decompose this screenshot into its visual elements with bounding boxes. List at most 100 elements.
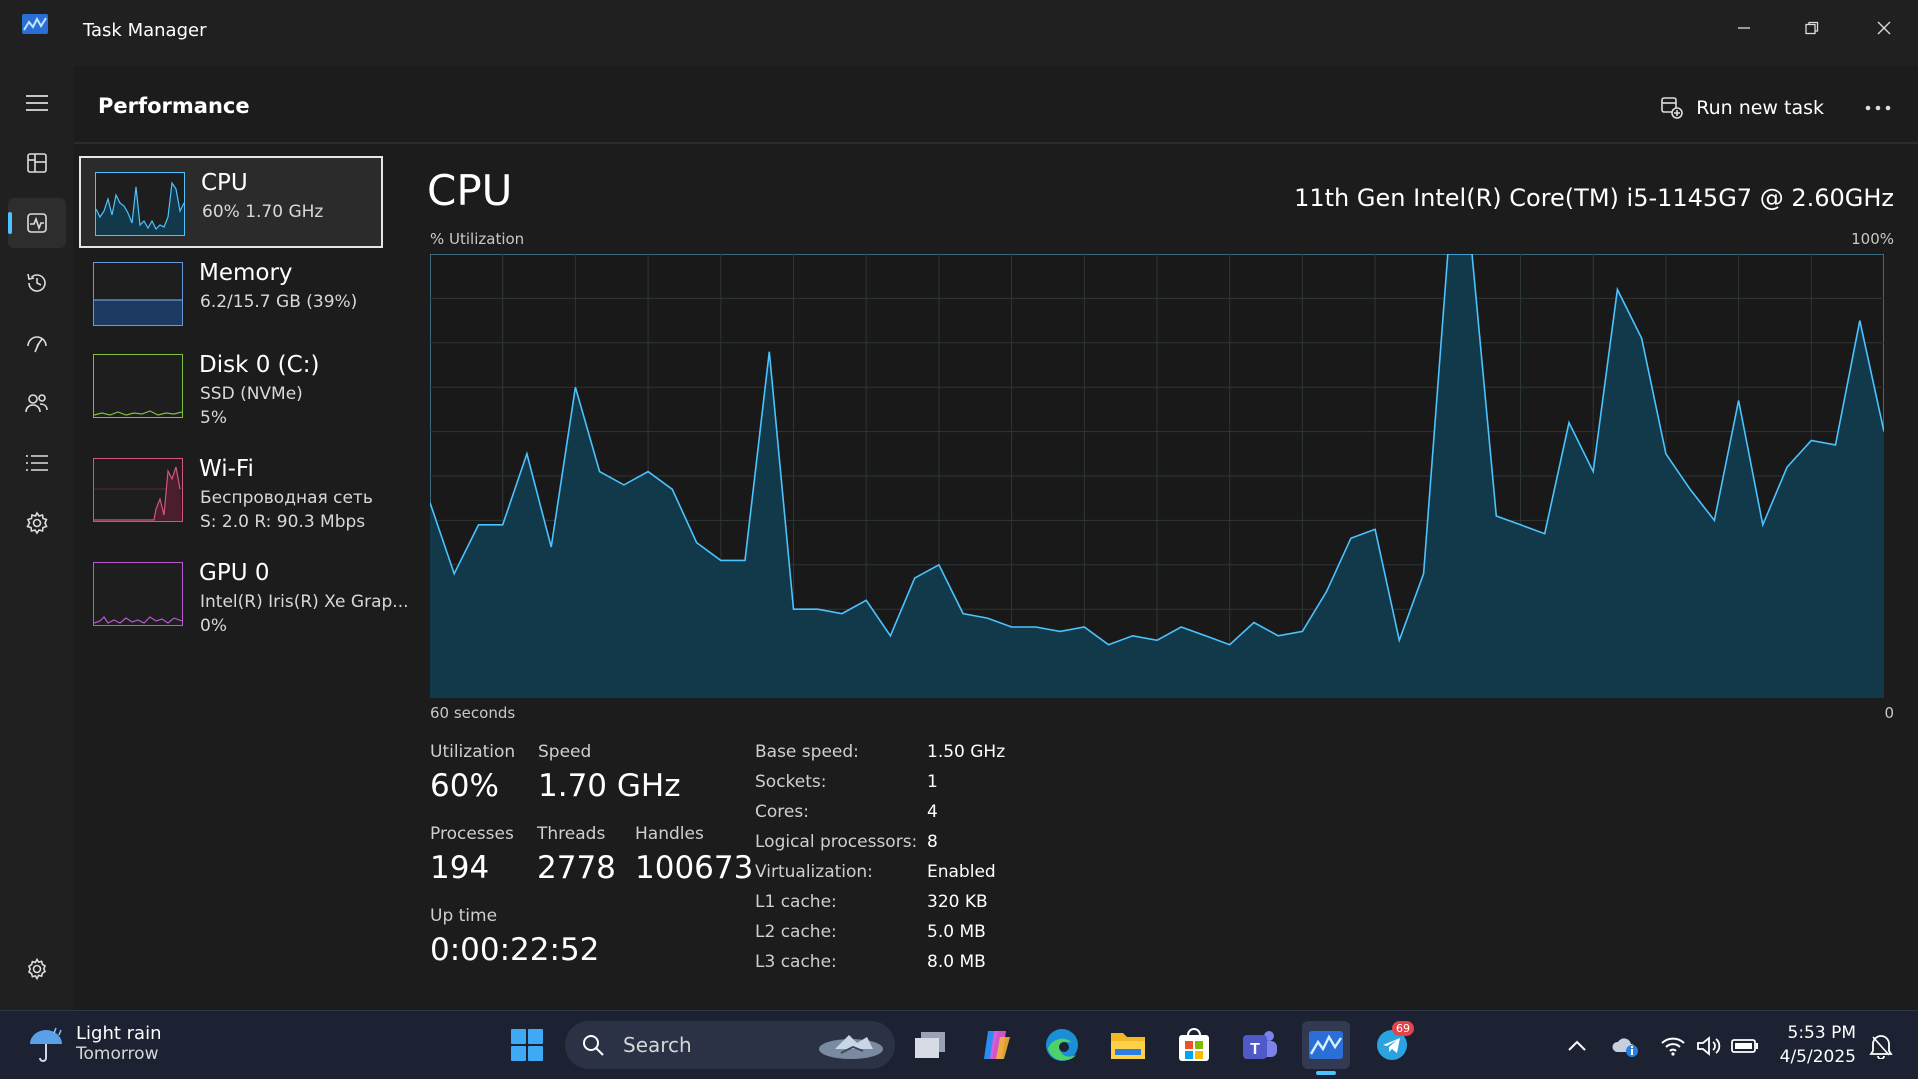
rain-umbrella-icon bbox=[30, 1027, 62, 1062]
nav-item-services[interactable] bbox=[8, 498, 66, 548]
resource-detail-2: S: 2.0 R: 90.3 Mbps bbox=[200, 512, 366, 532]
taskbar: Light rain Tomorrow Search T 69 5:53 PM … bbox=[0, 1010, 1918, 1079]
close-icon bbox=[1877, 21, 1891, 35]
run-new-task-button[interactable]: Run new task bbox=[1660, 88, 1824, 128]
nav-item-app-history[interactable] bbox=[8, 258, 66, 308]
search-placeholder: Search bbox=[623, 1033, 692, 1057]
nav-item-startup-apps[interactable] bbox=[8, 318, 66, 368]
resource-detail: 60% 1.70 GHz bbox=[202, 202, 324, 222]
nav-item-details[interactable] bbox=[8, 438, 66, 488]
spec-label: L3 cache: bbox=[755, 952, 837, 972]
minimize-icon bbox=[1738, 27, 1750, 29]
folder-icon bbox=[1111, 1033, 1145, 1059]
resource-detail-2: 5% bbox=[200, 408, 227, 428]
spec-value: 5.0 MB bbox=[927, 922, 986, 942]
users-icon bbox=[25, 394, 48, 413]
svg-text:T: T bbox=[1250, 1041, 1260, 1058]
minimize-button[interactable] bbox=[1716, 8, 1772, 48]
processes-value: 194 bbox=[430, 850, 490, 886]
start-button[interactable] bbox=[503, 1021, 551, 1069]
nav-item-performance[interactable] bbox=[8, 198, 66, 248]
run-task-icon bbox=[1661, 97, 1684, 119]
copilot-icon bbox=[984, 1031, 1010, 1059]
uptime-value: 0:00:22:52 bbox=[430, 932, 600, 968]
title-bar: Task Manager bbox=[0, 0, 1918, 66]
taskbar-search[interactable]: Search bbox=[565, 1021, 895, 1069]
page-header: Performance Run new task bbox=[74, 66, 1918, 144]
resource-item-cpu[interactable]: CPU 60% 1.70 GHz bbox=[79, 156, 383, 248]
resource-list: CPU 60% 1.70 GHz Memory 6.2/15.7 GB (39%… bbox=[74, 144, 409, 1010]
menu-button[interactable] bbox=[8, 78, 66, 128]
active-app-indicator bbox=[1316, 1071, 1336, 1075]
processes-icon bbox=[27, 153, 47, 173]
restore-button[interactable] bbox=[1784, 8, 1840, 48]
menu-icon bbox=[26, 95, 48, 111]
notification-bell-icon bbox=[1869, 1035, 1893, 1059]
more-icon bbox=[1865, 105, 1891, 111]
memory-thumbnail-sparkline bbox=[94, 299, 182, 325]
nav-item-processes[interactable] bbox=[8, 138, 66, 188]
telegram-unread-badge: 69 bbox=[1392, 1021, 1414, 1036]
window-title: Task Manager bbox=[83, 20, 207, 41]
search-highlight-image-icon bbox=[819, 1035, 883, 1059]
handles-label: Handles bbox=[635, 824, 704, 844]
settings-button[interactable] bbox=[8, 944, 66, 994]
panel-title: CPU bbox=[427, 166, 513, 215]
network-tray-button[interactable] bbox=[1658, 1031, 1688, 1061]
more-options-button[interactable] bbox=[1856, 88, 1900, 128]
spec-value: 1.50 GHz bbox=[927, 742, 1006, 762]
taskbar-clock[interactable]: 5:53 PM 4/5/2025 bbox=[1780, 1021, 1856, 1069]
time-axis-label: 60 seconds bbox=[430, 704, 516, 722]
cpu-model-name: 11th Gen Intel(R) Core(TM) i5-1145G7 @ 2… bbox=[1294, 184, 1894, 212]
search-icon bbox=[583, 1035, 604, 1056]
onedrive-tray-button[interactable] bbox=[1610, 1031, 1640, 1061]
taskbar-app-telegram[interactable]: 69 bbox=[1368, 1021, 1416, 1069]
edge-browser-icon bbox=[1046, 1029, 1078, 1061]
disk-thumbnail-graph bbox=[93, 354, 183, 418]
nav-item-users[interactable] bbox=[8, 378, 66, 428]
taskbar-app-task-manager[interactable] bbox=[1302, 1021, 1350, 1075]
spec-label: Cores: bbox=[755, 802, 809, 822]
resource-detail: 6.2/15.7 GB (39%) bbox=[200, 292, 358, 312]
taskbar-app-edge[interactable] bbox=[1038, 1021, 1086, 1069]
cloud-info-icon bbox=[1612, 1038, 1638, 1057]
spec-label: Virtualization: bbox=[755, 862, 873, 882]
taskbar-app-copilot[interactable] bbox=[972, 1021, 1020, 1069]
taskbar-app-store[interactable] bbox=[1170, 1021, 1218, 1069]
wifi-thumbnail-graph bbox=[93, 458, 183, 522]
weather-widget[interactable]: Light rain Tomorrow bbox=[26, 1023, 161, 1064]
cpu-thumbnail-sparkline bbox=[95, 181, 185, 235]
uptime-label: Up time bbox=[430, 906, 498, 926]
show-hidden-icons-button[interactable] bbox=[1562, 1031, 1592, 1061]
task-manager-icon bbox=[1309, 1031, 1343, 1059]
task-manager-app-icon bbox=[22, 14, 48, 34]
speaker-icon bbox=[1697, 1036, 1721, 1056]
resource-item-wifi[interactable]: Wi-Fi Беспроводная сеть S: 2.0 R: 90.3 M… bbox=[79, 444, 383, 536]
spec-value: 8 bbox=[927, 832, 938, 852]
resource-name: Memory bbox=[199, 260, 293, 286]
weather-condition: Light rain bbox=[76, 1023, 162, 1044]
resource-item-gpu[interactable]: GPU 0 Intel(R) Iris(R) Xe Grap... 0% bbox=[79, 548, 409, 640]
processes-label: Processes bbox=[430, 824, 514, 844]
notifications-button[interactable] bbox=[1866, 1031, 1896, 1061]
taskbar-app-teams[interactable]: T bbox=[1236, 1021, 1284, 1069]
task-view-icon bbox=[915, 1032, 945, 1058]
battery-tray-button[interactable] bbox=[1730, 1031, 1760, 1061]
resource-name: GPU 0 bbox=[199, 560, 270, 586]
spec-value: 1 bbox=[927, 772, 938, 792]
resource-item-disk[interactable]: Disk 0 (C:) SSD (NVMe) 5% bbox=[79, 340, 383, 432]
wifi-thumbnail-sparkline bbox=[94, 466, 182, 521]
taskbar-app-task-view[interactable] bbox=[906, 1021, 954, 1069]
resource-item-memory[interactable]: Memory 6.2/15.7 GB (39%) bbox=[79, 248, 383, 340]
chevron-up-icon bbox=[1568, 1040, 1586, 1051]
gpu-thumbnail-graph bbox=[93, 562, 183, 626]
cpu-utilization-graph bbox=[430, 254, 1884, 698]
close-button[interactable] bbox=[1856, 8, 1912, 48]
taskbar-app-file-explorer[interactable] bbox=[1104, 1021, 1152, 1069]
spec-value: 320 KB bbox=[927, 892, 988, 912]
utilization-axis-max: 100% bbox=[1851, 230, 1894, 248]
time-axis-end: 0 bbox=[1884, 704, 1894, 722]
battery-icon bbox=[1731, 1039, 1758, 1053]
volume-tray-button[interactable] bbox=[1694, 1031, 1724, 1061]
resource-name: Wi-Fi bbox=[199, 456, 254, 482]
